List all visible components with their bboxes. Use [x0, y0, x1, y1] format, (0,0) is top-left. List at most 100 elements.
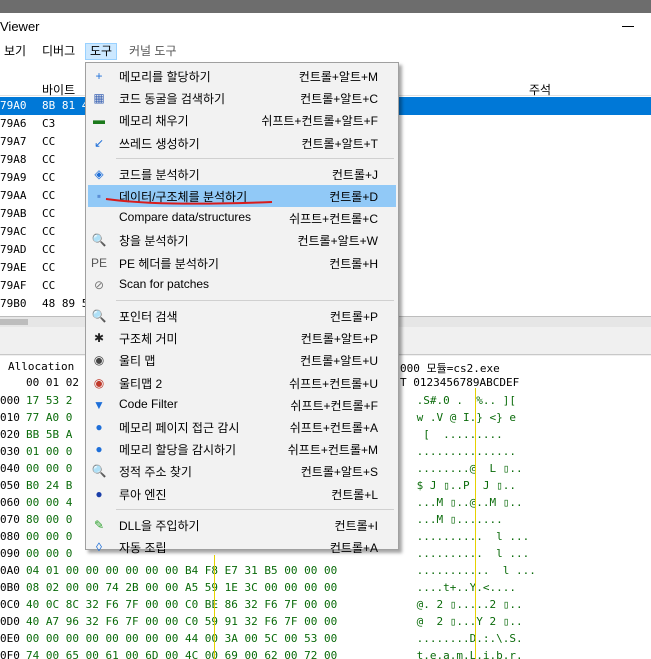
menu-item-shortcut: 컨트롤+L	[331, 487, 378, 502]
disasm-address: 79A0	[0, 99, 27, 112]
menu-item-shortcut: 컨트롤+D	[329, 190, 378, 204]
menu-item-inject-dll[interactable]: ✎ DLL을 주입하기 컨트롤+I	[88, 514, 396, 536]
hex-ascii: ...M ▯..@..M ▯..	[410, 496, 523, 509]
menu-item-watch-allocations[interactable]: ● 메모리 할당을 감시하기 쉬프트+컨트롤+M	[88, 438, 396, 460]
hex-ascii: @. 2 ▯.....2 ▯..	[410, 598, 523, 611]
menu-item-label: 코드 동굴을 검색하기	[119, 92, 226, 107]
menu-item-shortcut: 쉬프트+컨트롤+C	[289, 212, 378, 227]
menu-item-label: 울티 맵	[119, 354, 156, 369]
menu-item-shortcut: 컨트롤+알트+S	[300, 465, 378, 480]
menu-item-watch-page-access[interactable]: ● 메모리 페이지 접근 감시 쉬프트+컨트롤+A	[88, 416, 396, 438]
menu-item-shortcut: 컨트롤+알트+M	[298, 70, 378, 84]
hex-address: 070	[0, 513, 20, 526]
allocate-memory-icon: +	[95, 69, 103, 83]
menu-item-label: 메모리를 할당하기	[119, 70, 211, 84]
menu-separator	[116, 300, 394, 301]
hex-bytes: 74 00 65 00 61 00 6D 00 4C 00 69 00 62 0…	[26, 649, 338, 659]
menu-item-compare-data[interactable]: Compare data/structures 쉬프트+컨트롤+C	[88, 207, 396, 229]
menu-item-allocate-memory[interactable]: + 메모리를 할당하기 컨트롤+알트+M	[88, 65, 396, 87]
menu-item-shortcut: 컨트롤+J	[331, 167, 378, 182]
code-filter-icon: ▼	[93, 397, 105, 412]
dissect-window-icon: 🔍	[91, 233, 107, 248]
hex-address: 050	[0, 479, 20, 492]
pointer-scan-icon: 🔍	[91, 309, 107, 323]
menu-item-dissect-code[interactable]: ◈ 코드를 분석하기 컨트롤+J	[88, 163, 396, 185]
menu-item-dissect-data[interactable]: ▪ 데이터/구조체를 분석하기 컨트롤+D	[88, 185, 396, 207]
menu-item-auto-assemble[interactable]: ◊ 자동 조립 컨트롤+A	[88, 536, 396, 558]
menu-tools[interactable]: 도구	[85, 43, 118, 60]
menu-item-structure-spider[interactable]: ✱ 구조체 거미 컨트롤+알트+P	[88, 327, 396, 349]
menu-item-dissect-pe[interactable]: PE PE 헤더를 분석하기 컨트롤+H	[88, 252, 396, 274]
disasm-bytes: CC	[42, 207, 56, 220]
menu-item-ultimap2[interactable]: ◉ 울티맵 2 쉬프트+컨트롤+U	[88, 372, 396, 394]
menu-item-label: 루아 엔진	[119, 487, 167, 502]
hex-bytes: 00 00 0	[26, 547, 73, 560]
disasm-address: 79AE	[0, 261, 27, 274]
disasm-bytes: CC	[42, 279, 56, 292]
menu-item-create-thread[interactable]: ↙ 쓰레드 생성하기 컨트롤+알트+T	[88, 132, 396, 154]
inject-dll-icon: ✎	[93, 517, 105, 532]
disasm-bytes: CC	[42, 189, 56, 202]
menu-item-shortcut: 쉬프트+컨트롤+M	[287, 443, 378, 458]
disasm-bytes: CC	[42, 225, 56, 238]
disasm-address: 79AD	[0, 243, 27, 256]
hex-bytes: 77 A0 0	[26, 411, 73, 424]
menu-item-fill-memory[interactable]: ▬ 메모리 채우기 쉬프트+컨트롤+알트+F	[88, 109, 396, 131]
menu-view[interactable]: 보기	[0, 43, 30, 60]
hex-ascii: ........D.:.\.S.	[410, 632, 523, 645]
hex-address: 090	[0, 547, 20, 560]
menu-item-find-static-address[interactable]: 🔍 정적 주소 찾기 컨트롤+알트+S	[88, 460, 396, 482]
header-bytes[interactable]: 바이트	[42, 81, 75, 98]
hex-ascii: ...M ▯.......	[410, 513, 503, 526]
menu-item-shortcut: 컨트롤+알트+P	[300, 332, 378, 347]
auto-assemble-icon: ◊	[96, 540, 102, 554]
minimize-icon[interactable]	[622, 26, 634, 27]
menu-item-dissect-window[interactable]: 🔍 창을 분석하기 컨트롤+알트+W	[88, 229, 396, 251]
background-strip	[0, 0, 651, 13]
menu-item-label: DLL을 주입하기	[119, 518, 200, 533]
menu-debug[interactable]: 디버그	[38, 43, 79, 60]
lua-engine-icon: ●	[95, 486, 103, 501]
disasm-address: 79A9	[0, 171, 27, 184]
menu-item-label: 메모리 채우기	[119, 114, 189, 129]
menu-item-shortcut: 컨트롤+P	[329, 310, 378, 324]
menu-item-shortcut: 쉬프트+컨트롤+F	[290, 398, 378, 413]
scan-patches-icon: ⊘	[93, 277, 105, 292]
ultimap2-icon: ◉	[93, 375, 105, 390]
hex-ascii: .......... l ...	[410, 530, 530, 543]
hex-bytes: 17 53 2	[26, 394, 73, 407]
disasm-bytes: 8B 81 4	[42, 99, 89, 112]
hex-address: 0F0	[0, 649, 20, 659]
find-static-address-icon: 🔍	[91, 464, 107, 479]
menu-kernel-tools[interactable]: 커널 도구	[125, 43, 181, 60]
menu-item-code-filter[interactable]: ▼ Code Filter 쉬프트+컨트롤+F	[88, 394, 396, 416]
title-bar: Viewer	[0, 13, 651, 41]
menu-item-pointer-scan[interactable]: 🔍 포인터 검색 컨트롤+P	[88, 305, 396, 327]
hex-address: 0C0	[0, 598, 20, 611]
hex-ascii: ....t+..Y.<....	[410, 581, 516, 594]
hex-address: 000	[0, 394, 20, 407]
compare-data-icon	[91, 210, 107, 226]
hex-column-header: 00 01 02	[26, 376, 79, 389]
watch-allocations-icon: ●	[95, 442, 103, 457]
header-comment[interactable]: 주석	[529, 81, 551, 98]
menu-item-shortcut: 컨트롤+알트+T	[301, 136, 378, 151]
menu-item-label: Scan for patches	[119, 276, 210, 291]
menu-item-label: 코드를 분석하기	[119, 167, 200, 182]
dissect-pe-icon: PE	[91, 255, 108, 270]
hex-ascii: $ J ▯..P J ▯..	[410, 479, 516, 492]
hex-divider-inner	[214, 555, 215, 659]
hex-address: 060	[0, 496, 20, 509]
hex-header-module: 000 모듈=cs2.exe	[400, 362, 500, 375]
hex-bytes: 04 01 00 00 00 00 00 00 B4 F8 E7 31 B5 0…	[26, 564, 338, 577]
disasm-address: 79AB	[0, 207, 27, 220]
menu-item-code-cave[interactable]: ▦ 코드 동굴을 검색하기 컨트롤+알트+C	[88, 87, 396, 109]
scrollbar-thumb[interactable]	[0, 319, 28, 325]
menu-item-shortcut: 컨트롤+알트+W	[297, 234, 378, 249]
menu-item-lua-engine[interactable]: ● 루아 엔진 컨트롤+L	[88, 483, 396, 505]
menu-item-scan-patches[interactable]: ⊘ Scan for patches	[88, 274, 396, 296]
fill-memory-icon: ▬	[93, 113, 105, 128]
menu-item-ultimap[interactable]: ◉ 울티 맵 컨트롤+알트+U	[88, 349, 396, 371]
hex-header-allocation: Allocation	[8, 360, 75, 373]
hex-ascii: @ 2 ▯...Y 2 ▯..	[410, 615, 523, 628]
